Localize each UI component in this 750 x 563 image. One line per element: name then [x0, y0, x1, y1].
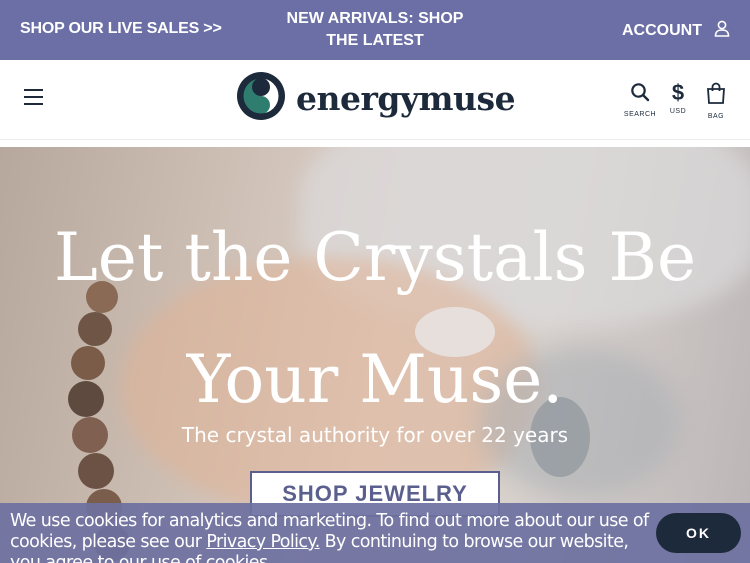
yin-yang-logo-icon	[236, 71, 286, 126]
cookie-banner: We use cookies for analytics and marketi…	[0, 503, 750, 563]
dollar-icon: $	[671, 80, 685, 105]
privacy-policy-link[interactable]: Privacy Policy.	[206, 532, 320, 552]
account-link[interactable]: ACCOUNT	[622, 20, 730, 42]
site-header: energymuse SEARCH $ USD BAG	[0, 60, 750, 140]
hero-banner: Let the Crystals Be Your Muse. The cryst…	[0, 147, 750, 563]
announcement-bar: SHOP OUR LIVE SALES >> NEW ARRIVALS: SHO…	[0, 0, 750, 60]
user-icon	[714, 20, 730, 42]
new-arrivals-link[interactable]: NEW ARRIVALS: SHOP THE LATEST	[270, 8, 480, 52]
currency-selector[interactable]: $ USD	[661, 80, 695, 116]
bag-caption: BAG	[707, 113, 725, 120]
cookie-message: We use cookies for analytics and marketi…	[10, 511, 650, 563]
logo-wordmark: energymuse	[296, 78, 516, 118]
hero-title: Let the Crystals Be Your Muse.	[0, 197, 750, 441]
bag-button[interactable]: BAG	[699, 82, 733, 120]
hamburger-menu-icon[interactable]	[24, 89, 44, 107]
shopping-bag-icon	[706, 82, 726, 108]
hero-title-line-1: Let the Crystals Be	[53, 219, 697, 296]
cookie-ok-button[interactable]: OK	[656, 513, 741, 553]
search-icon	[630, 83, 650, 106]
shop-live-sales-link[interactable]: SHOP OUR LIVE SALES >>	[20, 20, 222, 38]
search-button[interactable]: SEARCH	[623, 82, 657, 118]
currency-caption: USD	[669, 108, 687, 115]
search-caption: SEARCH	[623, 111, 657, 118]
logo[interactable]: energymuse	[236, 71, 516, 126]
account-label: ACCOUNT	[622, 22, 702, 39]
hero-subtitle: The crystal authority for over 22 years	[181, 423, 569, 447]
